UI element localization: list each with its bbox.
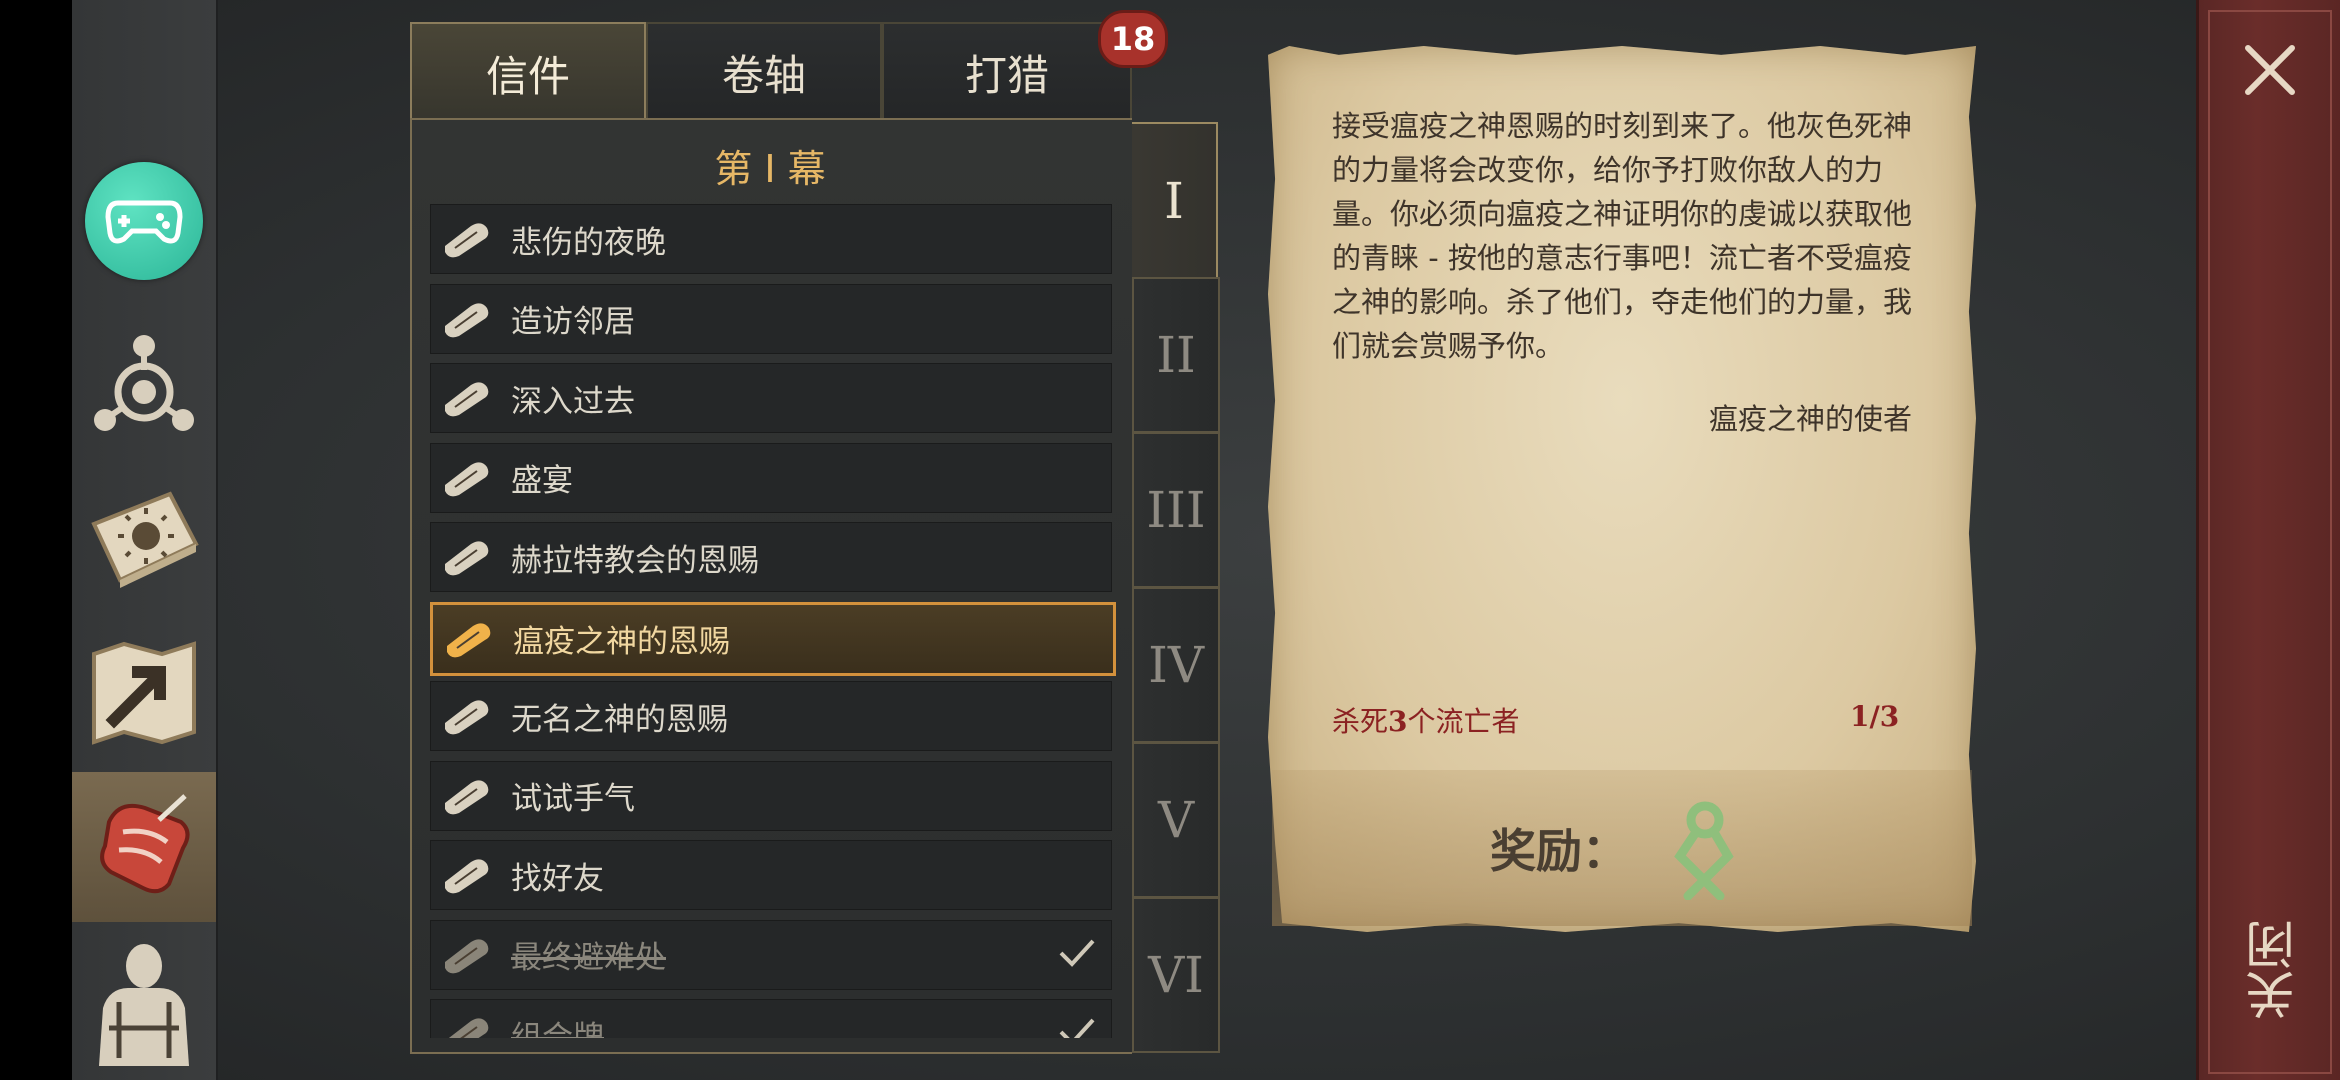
quest-item[interactable]: 赫拉特教会的恩赐	[430, 522, 1112, 592]
skill-tree-icon	[94, 335, 194, 431]
sidebar-item-map[interactable]	[72, 618, 216, 768]
quest-progress: 1/3	[1850, 700, 1900, 733]
sidebar-item-atlas[interactable]	[72, 464, 216, 614]
sun-book-icon	[91, 491, 199, 588]
tab-hunting-label: 打猎	[964, 50, 1049, 100]
close-label[interactable]: 关闭	[2238, 920, 2303, 1020]
reward-label: 奖励：	[1490, 824, 1628, 878]
quest-item[interactable]: 组合牌	[430, 999, 1112, 1038]
letter-text: 接受瘟疫之神恩赐的时刻到来了。他灰色死神的力量将会改变你，给你予打败你敌人的力量…	[1332, 109, 1913, 363]
tab-letters-label: 信件	[485, 51, 570, 101]
scroll-icon	[445, 541, 489, 576]
quest-item[interactable]: 试试手气	[430, 760, 1112, 831]
quest-item[interactable]: 深入过去	[430, 363, 1112, 433]
scroll-icon	[445, 859, 489, 894]
tab-scrolls-label: 卷轴	[721, 50, 806, 100]
quest-scroll-icon	[439, 458, 495, 498]
quest-label: 盛宴	[511, 463, 573, 499]
sidebar-item-quests[interactable]	[72, 772, 216, 922]
tab-hunting[interactable]: 打猎	[882, 22, 1132, 122]
quest-scroll-icon	[439, 776, 495, 816]
map-arrow-icon	[92, 641, 196, 745]
scroll-icon	[447, 622, 491, 657]
quest-label: 瘟疫之神的恩赐	[513, 624, 730, 660]
scroll-icon	[448, 1018, 489, 1038]
tab-letters[interactable]: 信件	[410, 22, 646, 122]
quest-scroll-icon	[439, 1014, 495, 1038]
act-tab-iv[interactable]: IV	[1132, 587, 1220, 743]
checkmark-icon	[1059, 1018, 1095, 1038]
sidebar-item-character[interactable]	[72, 928, 216, 1078]
quest-label: 赫拉特教会的恩赐	[511, 542, 759, 579]
act-tab-i[interactable]: I	[1132, 122, 1218, 280]
quest-objective: 杀死3个流亡者	[1332, 700, 1520, 740]
quest-label: 最终避难处	[511, 940, 666, 976]
sidebar	[72, 0, 218, 1080]
quest-scroll-icon	[441, 619, 497, 659]
quest-scroll-icon	[439, 378, 495, 418]
objective-prefix: 杀死	[1332, 705, 1389, 738]
scroll-icon	[445, 779, 489, 814]
act-tab-vi[interactable]: VI	[1132, 897, 1220, 1053]
letter-signature: 瘟疫之神的使者	[1708, 402, 1912, 436]
quest-scroll-icon	[439, 855, 495, 895]
quest-label: 造访邻居	[511, 304, 635, 340]
quest-label: 无名之神的恩赐	[511, 701, 728, 738]
quest-scroll-icon	[439, 696, 495, 736]
screen-edge	[0, 0, 72, 1080]
quest-item[interactable]: 盛宴	[430, 442, 1112, 513]
quest-label: 找好友	[511, 860, 604, 897]
close-panel-frame	[2208, 10, 2332, 1074]
quest-item[interactable]: 找好友	[430, 840, 1112, 910]
quest-scroll-icon	[439, 299, 495, 339]
character-icon	[99, 944, 189, 1066]
close-icon[interactable]	[2240, 40, 2300, 100]
scroll-icon	[445, 223, 489, 258]
act-tab-ii[interactable]: II	[1132, 277, 1220, 433]
quest-item[interactable]: 造访邻居	[430, 283, 1112, 354]
objective-count: 3	[1388, 705, 1408, 738]
gamepad-icon	[85, 162, 203, 280]
act-tab-iii[interactable]: III	[1132, 432, 1220, 588]
scroll-icon	[445, 461, 489, 496]
quest-item[interactable]: 瘟疫之神的恩赐	[430, 601, 1116, 676]
hunting-count-badge: 18	[1098, 10, 1168, 68]
act-tab-v[interactable]: V	[1132, 742, 1220, 898]
quest-label: 试试手气	[511, 781, 635, 817]
quest-scroll-icon	[439, 219, 495, 259]
tab-scrolls[interactable]: 卷轴	[646, 22, 882, 122]
reward-rune-icon[interactable]	[1668, 800, 1742, 900]
quest-item[interactable]: 悲伤的夜晚	[430, 204, 1112, 274]
quest-label: 深入过去	[511, 383, 635, 420]
quest-scroll-icon	[439, 537, 495, 577]
quest-label: 悲伤的夜晚	[511, 224, 666, 261]
quest-item[interactable]: 最终避难处	[430, 919, 1112, 990]
objective-suffix: 个流亡者	[1407, 705, 1520, 738]
quest-list[interactable]: 悲伤的夜晚造访邻居深入过去盛宴赫拉特教会的恩赐 瘟疫之神的恩赐 无名之神的恩赐 试试手…	[410, 190, 1130, 1038]
checkmark-icon	[1059, 939, 1095, 967]
act-title: 第 I 幕	[714, 147, 826, 191]
scroll-icon	[445, 938, 489, 973]
quest-item[interactable]: 无名之神的恩赐	[430, 681, 1112, 751]
scroll-icon	[445, 382, 489, 417]
sidebar-item-skills[interactable]	[72, 310, 216, 460]
quest-scroll-icon	[100, 794, 190, 894]
quest-label: 组合牌	[511, 1019, 604, 1039]
scroll-icon	[445, 700, 489, 735]
sidebar-item-gamepad[interactable]	[72, 146, 216, 296]
quest-scroll-icon	[439, 935, 495, 975]
scroll-icon	[445, 302, 489, 337]
